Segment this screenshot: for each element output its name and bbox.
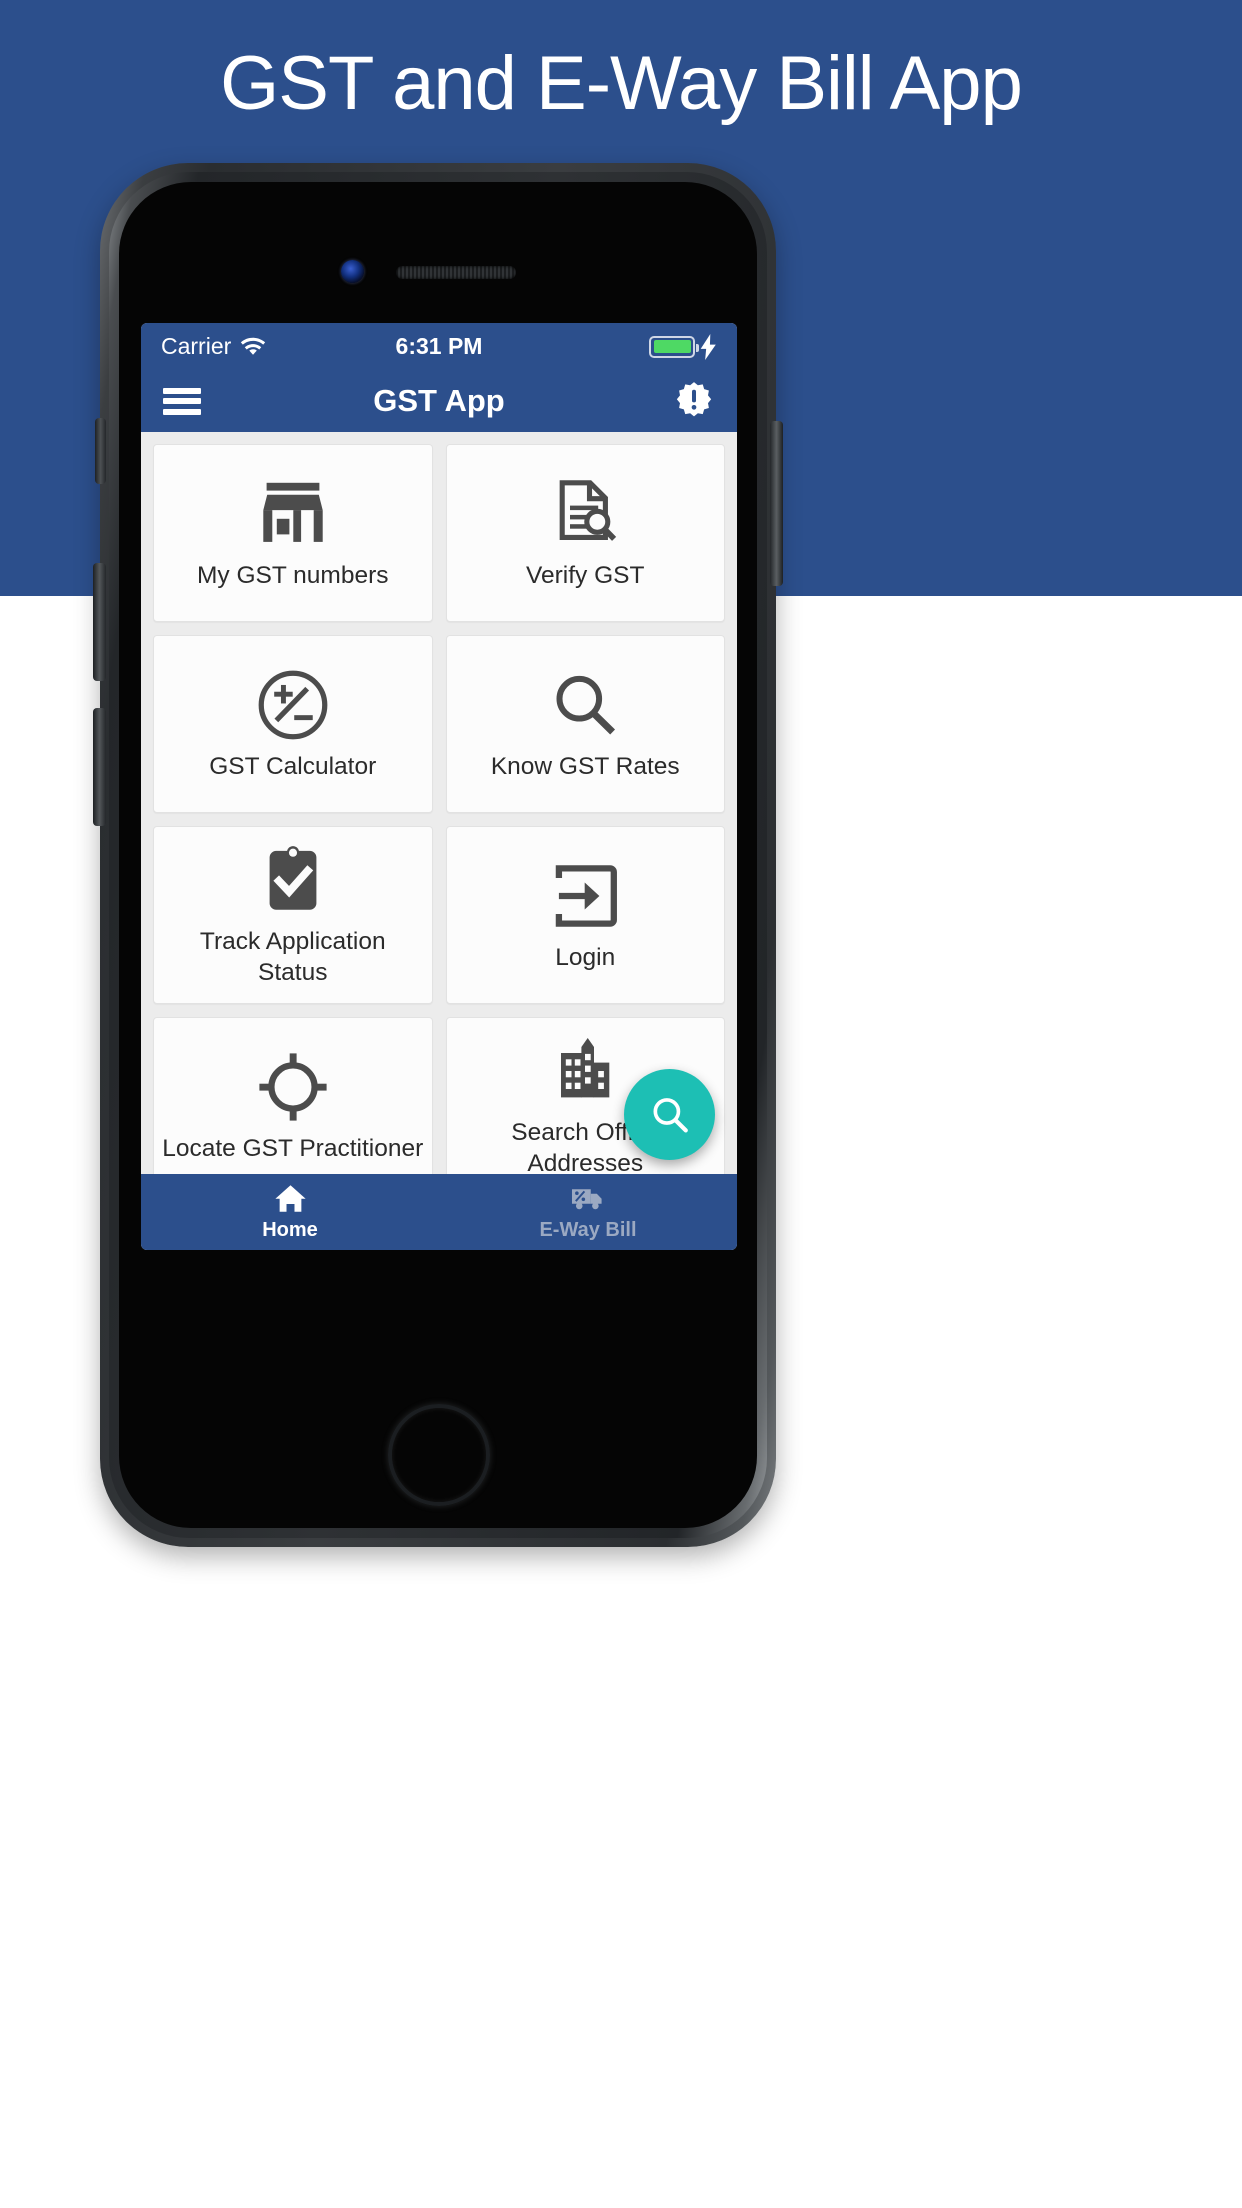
battery-full-icon	[649, 335, 699, 358]
page-title: GST App	[373, 383, 505, 418]
tile-label: My GST numbers	[196, 561, 389, 589]
status-bar: Carrier 6:31 PM	[141, 323, 737, 370]
tile-grid-scroll[interactable]: My GST numbers Verify GST GST Calculator…	[141, 432, 737, 1174]
phone-screen-glass: Carrier 6:31 PM GST App My GST numbers V…	[119, 182, 757, 1528]
wifi-icon	[240, 337, 266, 357]
promo-title: GST and E-Way Bill App	[220, 41, 1023, 126]
phone-frame: Carrier 6:31 PM GST App My GST numbers V…	[93, 163, 783, 1547]
mute-switch-button[interactable]	[95, 418, 106, 484]
search-icon	[648, 1093, 692, 1137]
power-button[interactable]	[770, 421, 783, 586]
tile-grid: My GST numbers Verify GST GST Calculator…	[141, 432, 737, 1174]
home-icon	[274, 1183, 307, 1214]
volume-up-button[interactable]	[93, 563, 106, 681]
bottom-navigation: Home E-Way Bill	[141, 1174, 737, 1250]
login-arrow-icon	[549, 857, 621, 935]
app-bar: GST App	[141, 370, 737, 432]
crosshair-target-icon	[257, 1048, 329, 1126]
hamburger-menu-icon[interactable]	[163, 387, 201, 415]
tile-verify-gst[interactable]: Verify GST	[445, 444, 725, 622]
tile-track-application-status[interactable]: Track Application Status	[153, 826, 433, 1004]
tile-gst-calculator[interactable]: GST Calculator	[153, 635, 433, 813]
truck-percent-icon	[570, 1183, 607, 1214]
carrier-label: Carrier	[161, 333, 232, 359]
nav-item-label: Home	[262, 1218, 318, 1241]
tile-locate-gst-practitioner[interactable]: Locate GST Practitioner	[153, 1017, 433, 1174]
tile-label: Track Application Status	[199, 928, 386, 986]
document-search-icon	[549, 475, 621, 553]
storefront-icon	[257, 475, 329, 553]
volume-down-button[interactable]	[93, 708, 106, 826]
search-fab-button[interactable]	[624, 1069, 715, 1160]
announcement-badge-icon[interactable]	[673, 380, 715, 422]
nav-item-home[interactable]: Home	[141, 1183, 439, 1242]
tile-label: Locate GST Practitioner	[162, 1134, 424, 1162]
app-screen: Carrier 6:31 PM GST App My GST numbers V…	[119, 182, 757, 1528]
screenshot-root: GST and E-Way Bill App Carrier 6:31 PM G…	[0, 0, 1242, 2208]
tile-label: GST Calculator	[209, 752, 377, 780]
lightning-bolt-icon	[700, 333, 717, 360]
tile-label: Verify GST	[526, 561, 645, 589]
nav-item-eway-bill[interactable]: E-Way Bill	[439, 1183, 737, 1242]
magnifier-icon	[549, 666, 621, 744]
office-building-icon	[552, 1032, 618, 1110]
gst-app: Carrier 6:31 PM GST App My GST numbers V…	[141, 323, 737, 1250]
tile-label: Login	[555, 943, 616, 971]
clipboard-check-icon	[260, 841, 326, 919]
status-bar-right	[649, 333, 717, 360]
tile-label: Know GST Rates	[490, 752, 680, 780]
tile-my-gst-numbers[interactable]: My GST numbers	[153, 444, 433, 622]
tile-know-gst-rates[interactable]: Know GST Rates	[445, 635, 725, 813]
plus-minus-circle-icon	[256, 666, 330, 744]
tile-login[interactable]: Login	[445, 826, 725, 1004]
nav-item-label: E-Way Bill	[539, 1218, 637, 1241]
status-bar-left: Carrier	[161, 333, 266, 360]
